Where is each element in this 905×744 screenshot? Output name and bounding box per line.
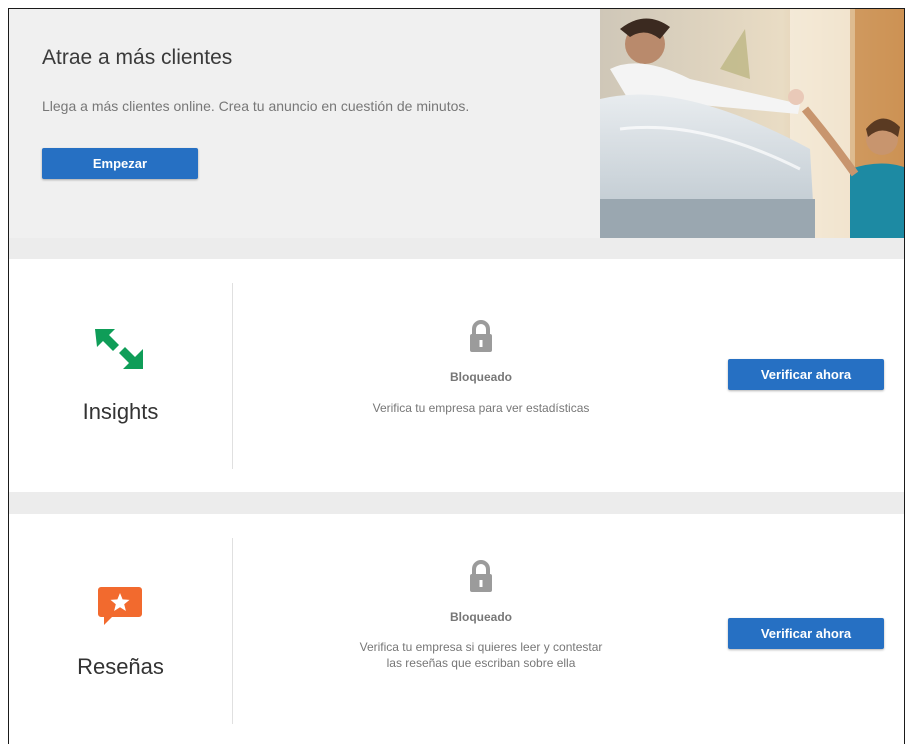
promo-title: Atrae a más clientes — [42, 46, 233, 69]
insights-card: Insights Bloqueado Verifica tu empresa p… — [9, 259, 904, 492]
insights-locked-panel: Bloqueado Verifica tu empresa para ver e… — [233, 259, 729, 492]
status-note: Verifica tu empresa para ver estadística… — [372, 401, 590, 415]
promo-description: Llega a más clientes online. Crea tu anu… — [42, 98, 470, 114]
status-label: Bloqueado — [450, 610, 512, 624]
business-dashboard: Atrae a más clientes Llega a más cliente… — [8, 8, 905, 744]
lock-icon — [465, 319, 497, 360]
reviews-locked-panel: Bloqueado Verifica tu empresa si quieres… — [233, 514, 729, 744]
verify-now-button[interactable]: Verificar ahora — [728, 618, 884, 649]
insights-title: Insights — [82, 399, 159, 424]
promo-photo — [600, 9, 904, 238]
status-note: Verifica tu empresa si quieres leer y co… — [359, 640, 603, 670]
promo-banner: Atrae a más clientes Llega a más cliente… — [9, 9, 904, 238]
lock-icon — [465, 559, 497, 600]
insights-summary: Insights — [9, 259, 232, 492]
reviews-card: Reseñas Bloqueado Verifica tu empresa si… — [9, 514, 904, 744]
insights-arrows-icon — [95, 327, 145, 378]
reviews-title: Reseñas — [77, 654, 164, 679]
start-button[interactable]: Empezar — [42, 148, 198, 179]
reviews-summary: Reseñas — [9, 514, 232, 744]
status-label: Bloqueado — [450, 370, 512, 384]
star-review-icon — [98, 587, 142, 632]
verify-now-button[interactable]: Verificar ahora — [728, 359, 884, 390]
